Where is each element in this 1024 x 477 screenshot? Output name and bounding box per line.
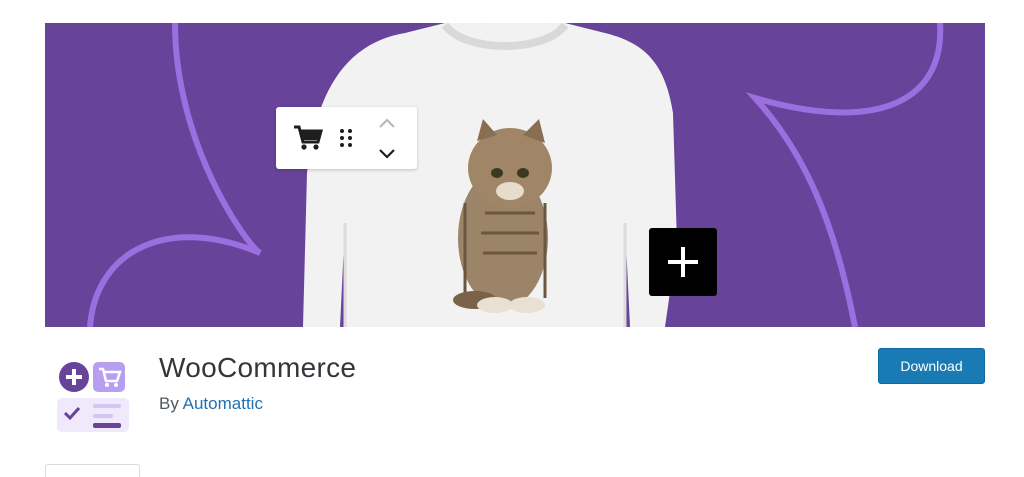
drag-handle-icon[interactable] xyxy=(332,107,360,169)
plus-icon xyxy=(668,247,698,277)
chevron-down-icon[interactable] xyxy=(372,138,402,169)
download-button[interactable]: Download xyxy=(878,348,985,384)
add-block-button[interactable] xyxy=(649,228,717,296)
banner-artwork xyxy=(87,23,944,327)
chevron-up-icon[interactable] xyxy=(372,107,402,138)
plugin-title: WooCommerce xyxy=(159,352,357,383)
plugin-banner xyxy=(45,23,985,327)
woocommerce-plugin-icon xyxy=(53,356,133,436)
tab-partial[interactable] xyxy=(45,464,140,477)
plugin-byline: By Automattic xyxy=(159,394,263,414)
block-toolbar xyxy=(276,107,417,169)
byline-prefix: By xyxy=(159,394,179,413)
cart-icon[interactable] xyxy=(286,107,330,169)
author-link[interactable]: Automattic xyxy=(183,394,263,413)
